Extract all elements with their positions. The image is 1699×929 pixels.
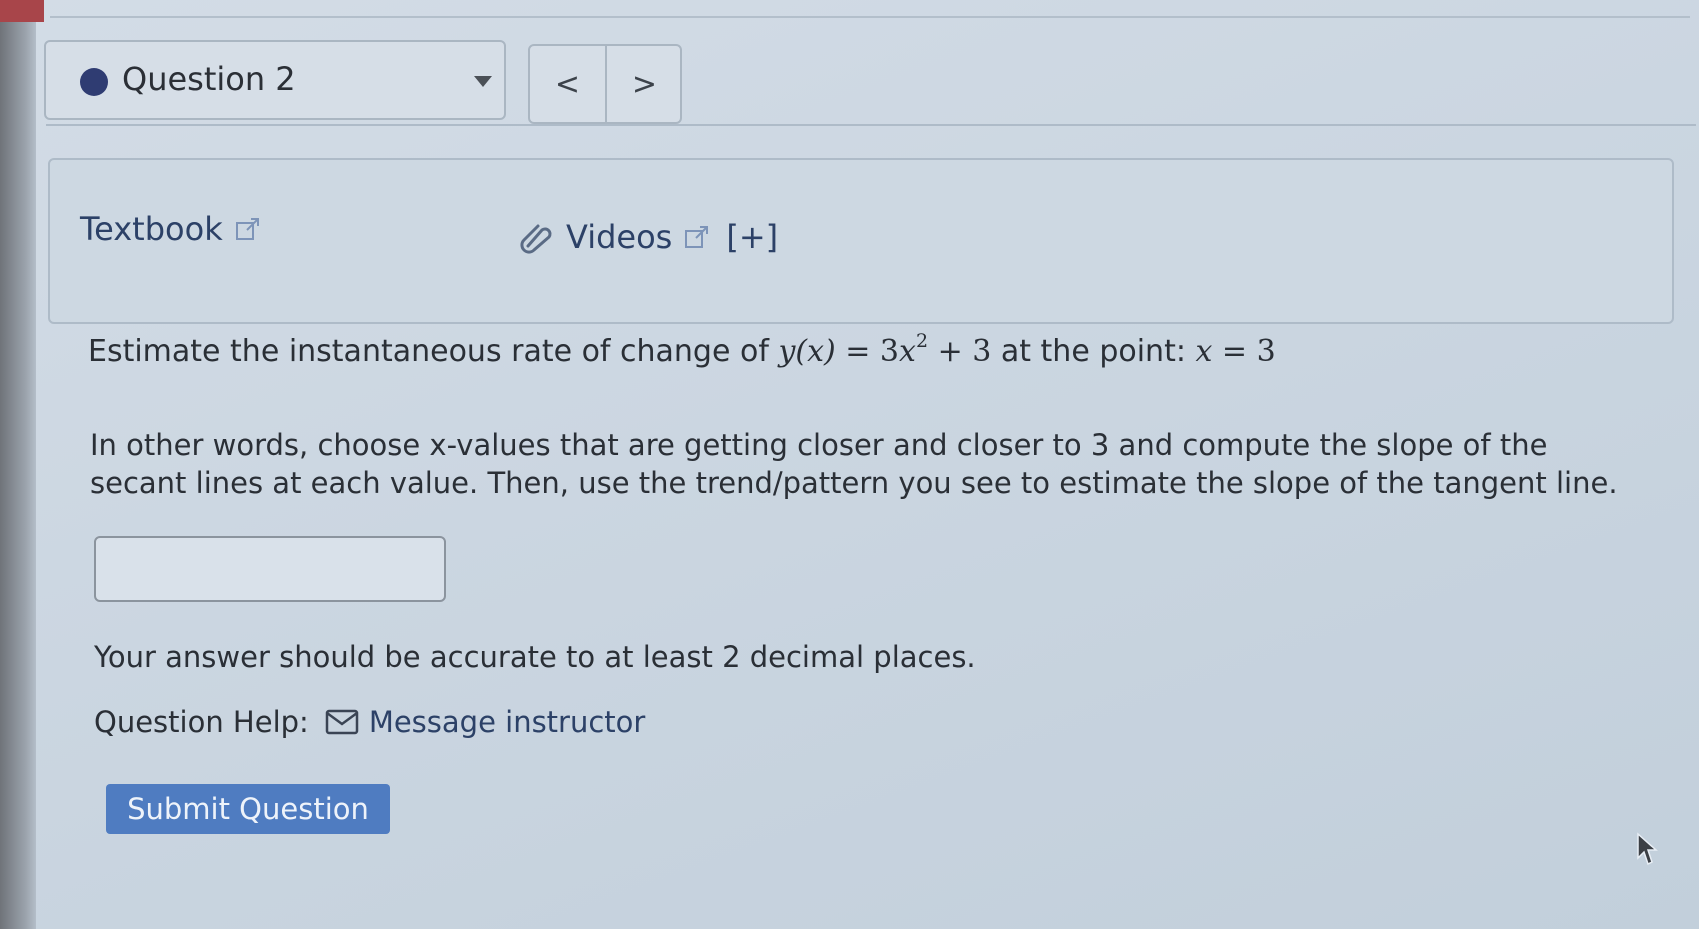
problem-lead-text: Estimate the instantaneous rate of chang… xyxy=(88,334,779,369)
expand-videos-toggle[interactable]: [+] xyxy=(726,218,778,256)
function-x: x xyxy=(899,334,916,369)
videos-link[interactable]: Videos [+] xyxy=(520,218,778,256)
videos-label: Videos xyxy=(566,218,673,256)
textbook-label: Textbook xyxy=(80,210,223,248)
function-exponent: 2 xyxy=(915,330,929,352)
submit-question-button[interactable]: Submit Question xyxy=(106,784,390,834)
top-divider xyxy=(50,16,1690,18)
function-variable: (x) xyxy=(795,334,836,369)
problem-instructions: In other words, choose x-values that are… xyxy=(90,428,1618,500)
point-value: = 3 xyxy=(1212,334,1276,369)
problem-statement: Estimate the instantaneous rate of chang… xyxy=(88,330,1276,369)
function-constant: + 3 xyxy=(928,334,992,369)
resources-panel: Textbook Videos [+] xyxy=(48,158,1674,324)
accuracy-note: Your answer should be accurate to at lea… xyxy=(94,640,976,674)
question-title: Question 2 xyxy=(122,60,296,98)
at-point-text: at the point: xyxy=(991,334,1196,369)
screen-bezel xyxy=(0,0,36,929)
function-name: y xyxy=(778,334,796,369)
question-help-label: Question Help: xyxy=(94,705,309,739)
mouse-cursor-icon xyxy=(1637,832,1658,866)
question-selector[interactable]: Question 2 xyxy=(44,40,506,120)
header-divider xyxy=(46,124,1696,126)
status-dot-icon xyxy=(80,68,108,96)
function-equals: = 3 xyxy=(835,334,900,369)
next-question-button[interactable]: > xyxy=(607,46,682,122)
chevron-down-icon xyxy=(474,76,492,87)
external-link-icon xyxy=(685,226,709,248)
chevron-right-icon: > xyxy=(631,66,658,102)
question-page: Question 2 < > Textbook Videos [+] Estim… xyxy=(36,0,1699,929)
message-instructor-link[interactable]: Message instructor xyxy=(325,705,646,739)
envelope-icon xyxy=(325,709,359,735)
external-link-icon xyxy=(235,218,259,240)
answer-input[interactable] xyxy=(94,536,446,602)
point-variable: x xyxy=(1195,334,1213,369)
previous-question-button[interactable]: < xyxy=(530,46,607,122)
chevron-left-icon: < xyxy=(554,66,581,102)
question-nav-group: < > xyxy=(528,44,682,124)
message-instructor-label: Message instructor xyxy=(368,705,646,739)
paperclip-icon xyxy=(520,224,552,254)
question-help: Question Help: Message instructor xyxy=(94,705,645,739)
textbook-link[interactable]: Textbook xyxy=(80,210,261,248)
